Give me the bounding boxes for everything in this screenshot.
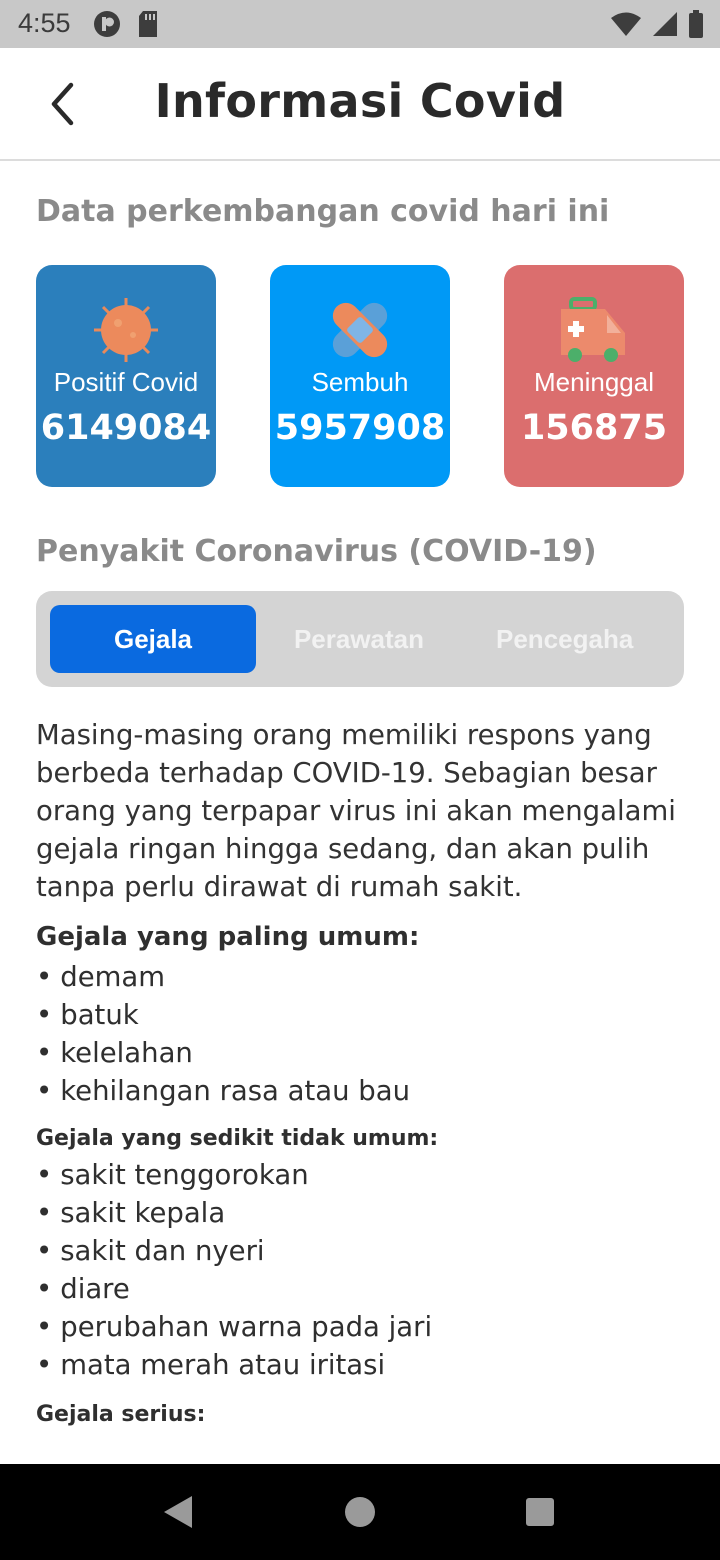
- app-bar: Informasi Covid: [0, 48, 720, 161]
- list-item: demam: [36, 958, 410, 996]
- uncommon-symptoms-list: sakit tenggorokan sakit kepala sakit dan…: [36, 1156, 432, 1384]
- recents-square-icon[interactable]: [525, 1497, 555, 1527]
- tab-perawatan[interactable]: Perawatan: [256, 605, 462, 673]
- list-item: sakit tenggorokan: [36, 1156, 432, 1194]
- list-item: batuk: [36, 996, 410, 1034]
- status-time: 4:55: [18, 8, 71, 38]
- tab-pencegahan[interactable]: Pencegaha: [462, 605, 662, 673]
- list-item: perubahan warna pada jari: [36, 1308, 432, 1346]
- uncommon-symptoms-title: Gejala yang sedikit tidak umum:: [36, 1126, 439, 1151]
- tab-gejala[interactable]: Gejala: [50, 605, 256, 673]
- list-item: sakit dan nyeri: [36, 1232, 432, 1270]
- stat-card-recovered[interactable]: Sembuh 5957908: [270, 265, 450, 487]
- status-bar: 4:55: [0, 0, 720, 48]
- common-symptoms-list: demam batuk kelelahan kehilangan rasa at…: [36, 958, 410, 1110]
- common-symptoms-title: Gejala yang paling umum:: [36, 922, 420, 952]
- sync-icon: [94, 11, 120, 37]
- serious-symptoms-title: Gejala serius:: [36, 1402, 206, 1427]
- cellular-signal-icon: [653, 12, 677, 36]
- bandage-icon: [332, 302, 388, 358]
- system-nav-bar: [0, 1464, 720, 1560]
- info-tab-bar: Gejala Perawatan Pencegaha: [36, 591, 684, 687]
- wifi-icon: [611, 12, 641, 36]
- status-left-icons: [93, 10, 159, 38]
- sd-card-icon: [139, 11, 157, 37]
- ambulance-icon: [561, 297, 625, 362]
- home-circle-icon[interactable]: [344, 1496, 376, 1528]
- list-item: diare: [36, 1270, 432, 1308]
- page-title: Informasi Covid: [154, 74, 566, 128]
- card-value: 6149084: [40, 408, 212, 448]
- disease-section-title: Penyakit Coronavirus (COVID-19): [36, 534, 597, 569]
- card-value: 5957908: [274, 408, 446, 448]
- card-label: Sembuh: [311, 367, 409, 397]
- virus-icon: [94, 298, 158, 362]
- card-label: Positif Covid: [53, 367, 199, 397]
- battery-icon: [689, 10, 703, 38]
- card-label: Meninggal: [534, 367, 654, 397]
- stat-card-positive[interactable]: Positif Covid 6149084: [36, 265, 216, 487]
- status-right-icons: [610, 10, 704, 38]
- stat-card-deceased[interactable]: Meninggal 156875: [504, 265, 684, 487]
- intro-paragraph: Masing-masing orang memiliki respons yan…: [36, 719, 676, 903]
- list-item: mata merah atau iritasi: [36, 1346, 432, 1384]
- card-value: 156875: [520, 408, 668, 448]
- stats-section-title: Data perkembangan covid hari ini: [36, 194, 610, 229]
- list-item: kehilangan rasa atau bau: [36, 1072, 410, 1110]
- back-triangle-icon[interactable]: [160, 1494, 196, 1530]
- list-item: kelelahan: [36, 1034, 410, 1072]
- list-item: sakit kepala: [36, 1194, 432, 1232]
